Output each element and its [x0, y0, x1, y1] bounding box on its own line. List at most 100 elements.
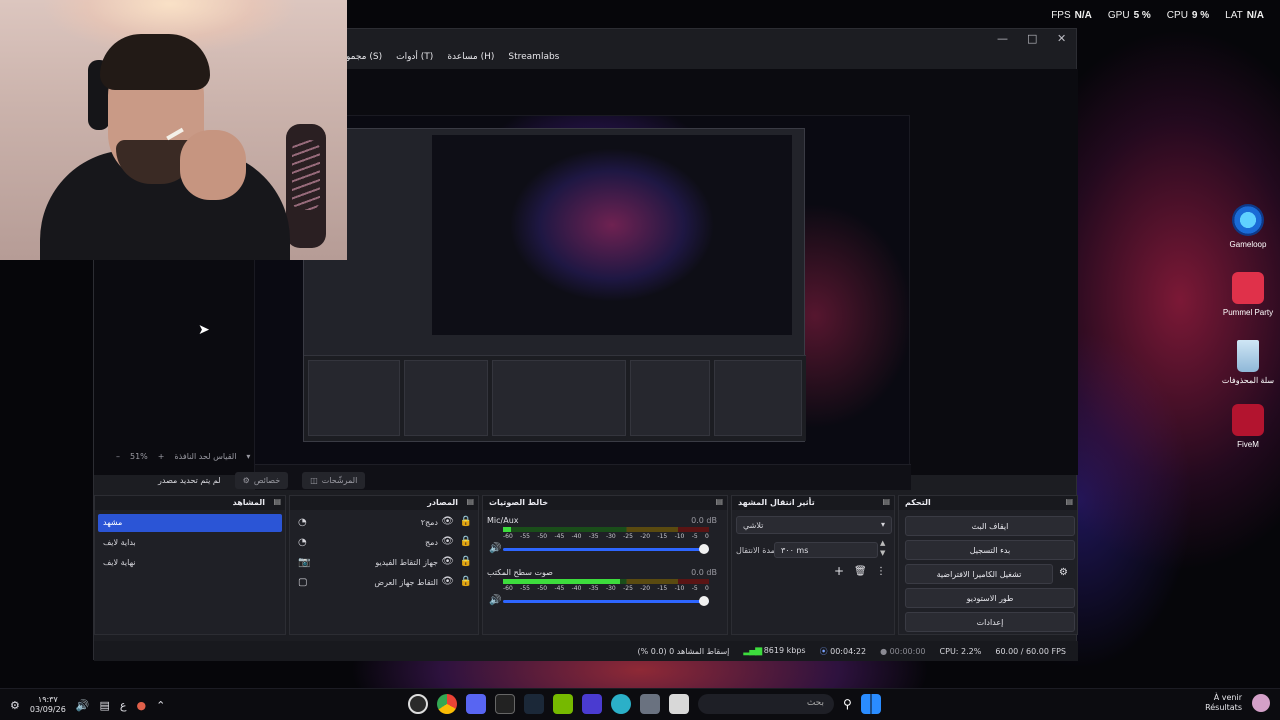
filters-button[interactable]: ◫ المرشّحات [302, 471, 366, 489]
duration-input[interactable]: ٣٠٠ ms [774, 542, 878, 558]
speaker-icon[interactable]: 🔊 [489, 543, 501, 554]
volume-knob[interactable] [699, 544, 709, 554]
chevron-down-icon[interactable]: ▼ [880, 549, 885, 557]
widget-news[interactable]: À venir Résultats [1205, 693, 1242, 713]
nvidia-icon[interactable] [553, 694, 573, 714]
volume-slider[interactable] [503, 544, 709, 554]
transitions-dock: تأثير انتقال المشهد ▤ تلاشي ▾ مدة الانتقا… [731, 495, 895, 635]
zoom-minus-icon[interactable]: – [116, 452, 120, 461]
volume-icon[interactable]: 🔊 [76, 699, 90, 712]
menu-help[interactable]: مساعدة (H) [445, 51, 496, 63]
chrome-icon[interactable] [437, 694, 457, 714]
scene-item[interactable]: بداية لايف [98, 534, 282, 552]
undock-icon[interactable]: ▤ [715, 497, 723, 506]
lock-icon[interactable]: 🔒 [460, 536, 472, 547]
stream-time: ⦿ 00:04:22 [819, 646, 867, 656]
meter-scale-tick: 0 [705, 533, 709, 540]
desktop-icon-gameloop[interactable]: Gameloop [1208, 204, 1280, 249]
source-row[interactable]: ▢ التقاط جهاز العرض 👁 🔒 [294, 574, 476, 592]
meter-scale-tick: -45 [554, 585, 565, 592]
webcam-overlay [0, 0, 347, 260]
lock-icon[interactable]: 🔒 [460, 556, 472, 567]
record-time: ● 00:00:00 [880, 646, 926, 656]
fps-readout: 60.00 / 60.00 FPS [995, 646, 1066, 656]
desktop-icon-fivem[interactable]: FiveM [1208, 404, 1280, 449]
bitrate: ▂▄▆ 8619 kbps [743, 646, 806, 656]
maximize-icon[interactable]: □ [1027, 32, 1037, 45]
meter-scale-tick: 0 [705, 585, 709, 592]
dropped-frames: إسقاط المشاهد 0 (0.0 %) [637, 646, 730, 656]
search-box[interactable]: بحث [698, 694, 834, 714]
close-icon[interactable]: ✕ [1057, 32, 1066, 45]
fivem-icon [1232, 404, 1264, 436]
clock[interactable]: ١٩:٣٧ 03/09/26 [30, 695, 66, 715]
source-row[interactable]: ◔ دمج 👁 🔒 [294, 534, 476, 552]
cpu-stat: CPU 9 % [1166, 10, 1210, 21]
zoom-plus-icon[interactable]: + [158, 452, 165, 461]
source-row[interactable]: 📷 جهاز التقاط الفيديو 👁 🔒 [294, 554, 476, 572]
add-transition-icon[interactable]: + [834, 564, 844, 578]
microphone-icon[interactable]: ● [137, 699, 147, 712]
trash-icon[interactable]: 🗑 [854, 566, 867, 577]
cpu-usage: CPU: 2.2% [939, 646, 982, 656]
scene-item[interactable]: مشهد [98, 514, 282, 532]
scene-item[interactable]: نهاية لايف [98, 554, 282, 572]
status-bar: إسقاط المشاهد 0 (0.0 %) ▂▄▆ 8619 kbps ⦿ … [94, 641, 1078, 661]
minimize-icon[interactable]: — [997, 32, 1008, 45]
discord-icon[interactable] [466, 694, 486, 714]
volume-knob[interactable] [699, 596, 709, 606]
stop-streaming-button[interactable]: ايقاف البث [905, 516, 1075, 536]
chevron-up-icon[interactable]: ▲ [880, 539, 885, 547]
scale-select[interactable]: القياس لحد النافذة [174, 452, 236, 461]
edge-icon[interactable] [611, 694, 631, 714]
source-row[interactable]: ◔ دمج٢ 👁 🔒 [294, 514, 476, 532]
eye-icon[interactable]: 👁 [441, 536, 454, 547]
language-indicator[interactable]: ع [120, 699, 127, 712]
start-recording-button[interactable]: بدء التسجيل [905, 540, 1075, 560]
menu-streamlabs[interactable]: Streamlabs [506, 51, 561, 63]
meter-scale-tick: -45 [554, 533, 565, 540]
lock-icon[interactable]: 🔒 [460, 516, 472, 527]
monitor-icon: ▢ [298, 577, 308, 588]
start-virtual-camera-button[interactable]: تشغيل الكاميرا الافتراضية [905, 564, 1053, 584]
epic-games-icon[interactable] [495, 694, 515, 714]
properties-button[interactable]: ⚙ خصائص [234, 471, 289, 489]
transition-select[interactable]: تلاشي ▾ [736, 516, 892, 534]
desktop-icon-recycle-bin[interactable]: سلة المحذوفات [1208, 340, 1280, 385]
menu-scene-collection[interactable]: مجمو (S) [344, 51, 384, 63]
windows-start-icon[interactable] [860, 694, 881, 714]
meter-scale-tick: -30 [605, 585, 616, 592]
chevron-up-icon[interactable]: ⌃ [156, 699, 165, 712]
settings-icon[interactable]: ⚙ [10, 699, 20, 712]
nested-display-capture [254, 115, 911, 490]
steam-icon[interactable] [524, 694, 544, 714]
undock-icon[interactable]: ▤ [466, 497, 474, 506]
volume-slider[interactable] [503, 596, 709, 606]
undock-icon[interactable]: ▤ [273, 497, 281, 506]
more-options-icon[interactable]: ⋮ [876, 566, 886, 577]
mixer-channel: Mic/Aux 0.0 dB -60 -55 -50 -45 -40 -35 -30 -25-… [487, 516, 717, 554]
search-icon[interactable]: ⚲ [843, 697, 852, 711]
eye-icon[interactable]: 👁 [441, 576, 454, 587]
file-explorer-icon[interactable] [669, 694, 689, 714]
browser-icon: ◔ [298, 517, 307, 528]
desktop-icon-pummel-party[interactable]: Pummel Party [1208, 272, 1280, 317]
meter-scale-tick: -10 [674, 533, 685, 540]
speaker-icon[interactable]: 🔊 [489, 595, 501, 606]
eye-icon[interactable]: 👁 [441, 516, 454, 527]
studio-mode-button[interactable]: طور الاستوديو [905, 588, 1075, 608]
settings-button[interactable]: إعدادات [905, 612, 1075, 632]
menu-tools[interactable]: أدوات (T) [394, 51, 435, 63]
eye-icon[interactable]: 👁 [441, 556, 454, 567]
app-icon[interactable] [582, 694, 602, 714]
undock-icon[interactable]: ▤ [1065, 497, 1073, 506]
gear-icon[interactable]: ⚙ [1059, 567, 1068, 578]
meter-scale-tick: -40 [571, 585, 582, 592]
lock-icon[interactable]: 🔒 [460, 576, 472, 587]
obs-icon[interactable] [408, 694, 428, 714]
chevron-down-icon[interactable]: ▾ [246, 452, 250, 461]
network-icon[interactable]: ▤ [100, 699, 110, 712]
avatar[interactable] [1252, 694, 1270, 712]
settings-app-icon[interactable] [640, 694, 660, 714]
undock-icon[interactable]: ▤ [882, 497, 890, 506]
